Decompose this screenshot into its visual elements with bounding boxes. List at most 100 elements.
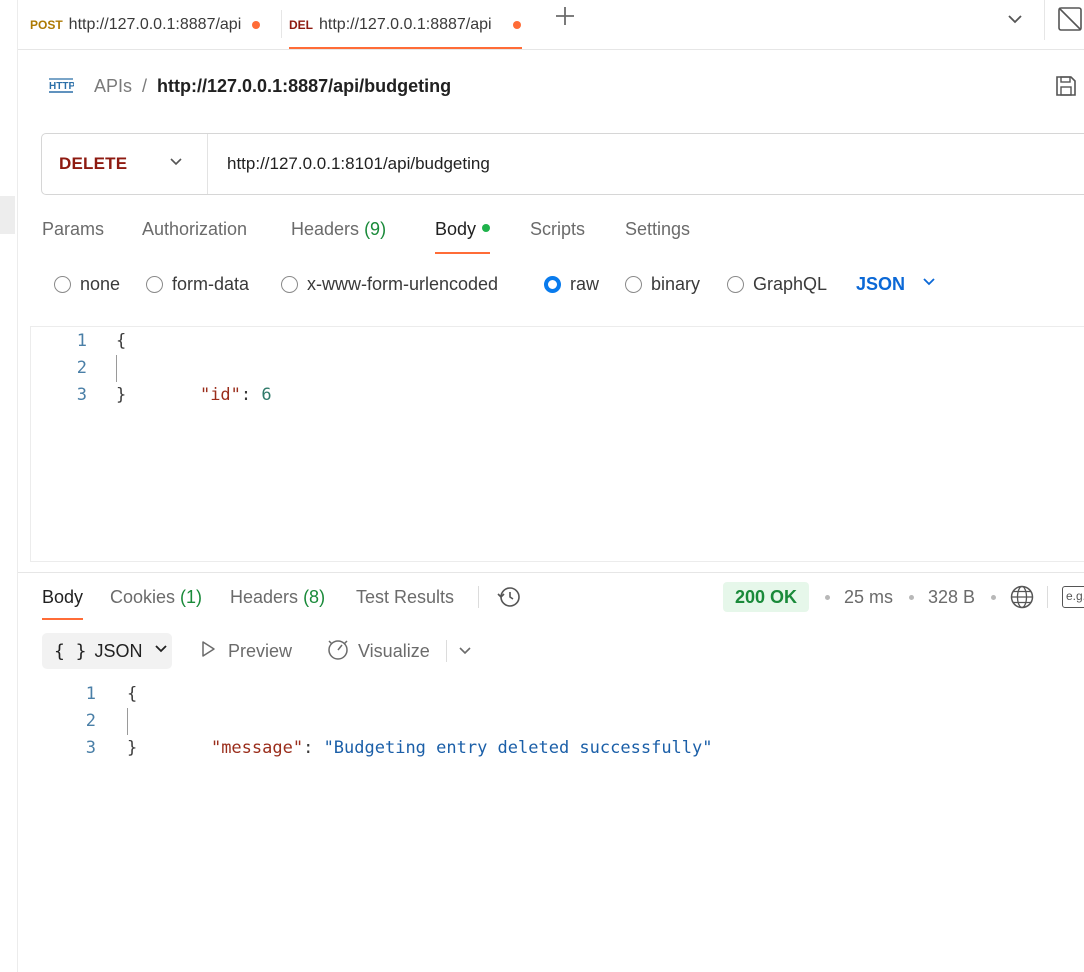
preview-button[interactable]: Preview [198,633,292,669]
left-rail [0,0,18,972]
active-tab-underline [435,252,491,254]
tab-label: Headers [291,219,360,239]
radio-button[interactable] [727,275,744,293]
preview-label: Preview [228,640,293,661]
tab-label: Authorization [142,219,248,239]
divider [446,640,447,662]
mode-binary[interactable]: binary [625,270,700,298]
breadcrumb-parent[interactable]: APIs [94,76,132,97]
language-label: JSON [856,273,906,294]
history-icon[interactable] [496,584,522,615]
json-open-brace: { [127,684,138,704]
mode-label: none [80,273,121,294]
mode-raw[interactable]: raw [544,270,599,298]
body-modified-dot-icon [482,224,491,233]
divider [478,586,479,608]
radio-button[interactable] [625,275,642,293]
tab-body[interactable]: Body [435,212,491,254]
mode-label: form-data [172,273,250,294]
tab-label: Body [42,587,84,607]
url-input[interactable] [227,154,1047,174]
tab-method-label: DEL [289,18,313,32]
divider [1047,586,1048,608]
tab-method-label: POST [30,18,63,32]
chevron-down-icon[interactable] [456,633,474,669]
radio-button[interactable] [146,275,163,293]
mode-graphql[interactable]: GraphQL [727,270,827,298]
rail-selection-marker [0,196,15,234]
separator-dot [991,595,996,600]
save-example-icon[interactable]: e.g. [1062,586,1084,608]
mode-none[interactable]: none [54,270,120,298]
braces-icon: { } [54,640,87,662]
pane-splitter[interactable] [18,572,1084,573]
http-request-icon: HTTP [48,75,75,97]
active-tab-indicator [289,47,522,49]
json-close-brace: } [127,738,138,758]
resp-tab-body[interactable]: Body [42,580,84,620]
no-environment-icon[interactable] [1044,0,1084,40]
request-tab-post[interactable]: POST http://127.0.0.1:8887/api [30,0,275,50]
request-tab-bar: POST http://127.0.0.1:8887/api DEL http:… [18,0,1084,50]
tab-url-label: http://127.0.0.1:8887/api [68,16,242,33]
json-line: "id": 6 [159,355,272,405]
radio-button[interactable] [281,275,298,293]
play-icon [198,639,218,664]
radio-button[interactable] [54,275,71,293]
json-value: "Budgeting entry deleted successfully" [323,738,713,758]
breadcrumb-separator: / [142,75,148,96]
json-close-brace: } [116,385,127,405]
line-number: 2 [76,358,87,378]
mode-urlencoded[interactable]: x-www-form-urlencoded [281,270,498,298]
tab-authorization[interactable]: Authorization [142,212,247,254]
request-title[interactable]: http://127.0.0.1:8887/api/budgeting [157,76,451,97]
request-tab-delete[interactable]: DEL http://127.0.0.1:8887/api [289,0,523,50]
tab-label: Params [42,219,105,239]
response-size[interactable]: 328 B [928,580,975,614]
json-key: "message" [210,738,304,758]
tab-divider [281,10,282,38]
visualize-label: Visualize [358,640,430,661]
mode-form-data[interactable]: form-data [146,270,249,298]
tab-headers[interactable]: Headers (9) [291,212,386,254]
chevron-down-icon [167,153,185,176]
radio-button-selected[interactable] [544,275,561,293]
globe-icon[interactable] [1009,584,1035,615]
status-badge[interactable]: 200 OK [723,582,810,612]
tab-settings[interactable]: Settings [625,212,690,254]
unsaved-dot-icon [513,21,521,29]
json-colon: : [303,738,324,758]
tab-label: Test Results [356,587,455,607]
response-time[interactable]: 25 ms [844,580,893,614]
response-tabs: Body Cookies (1) Headers (8) Test Result… [42,580,1084,622]
save-icon[interactable] [1054,74,1078,98]
visualize-icon [326,637,350,666]
tab-label: Body [435,219,477,239]
breadcrumb: HTTP APIs / http://127.0.0.1:8887/api/bu… [48,70,451,102]
cookies-count: (1) [180,587,203,607]
response-format-select[interactable]: { } JSON [42,633,172,669]
mode-label: x-www-form-urlencoded [307,273,499,294]
request-body-editor[interactable]: 1 2 3 { "id": 6 } [30,326,1084,562]
indent-guide [116,355,117,382]
format-label: JSON [94,640,143,661]
response-body-viewer[interactable]: 1 2 3 { "message": "Budgeting entry dele… [40,680,1084,770]
tab-scripts[interactable]: Scripts [530,212,585,254]
chevron-down-icon [921,274,937,295]
body-language-select[interactable]: JSON [856,270,937,298]
new-tab-plus-icon[interactable] [552,5,578,31]
url-bar: DELETE [41,133,1084,195]
headers-count: (8) [303,587,326,607]
json-value: 6 [261,385,272,405]
resp-tab-headers[interactable]: Headers (8) [230,580,325,620]
chevron-down-icon[interactable] [1004,8,1028,30]
resp-tab-cookies[interactable]: Cookies (1) [110,580,202,620]
method-select[interactable]: DELETE [42,134,208,194]
tab-params[interactable]: Params [42,212,104,254]
tab-label: Settings [625,219,691,239]
resp-tab-test-results[interactable]: Test Results [356,580,454,620]
visualize-button[interactable]: Visualize [326,633,430,669]
svg-text:HTTP: HTTP [49,81,74,92]
separator-dot [825,595,830,600]
tab-url-label: http://127.0.0.1:8887/api [319,16,492,33]
